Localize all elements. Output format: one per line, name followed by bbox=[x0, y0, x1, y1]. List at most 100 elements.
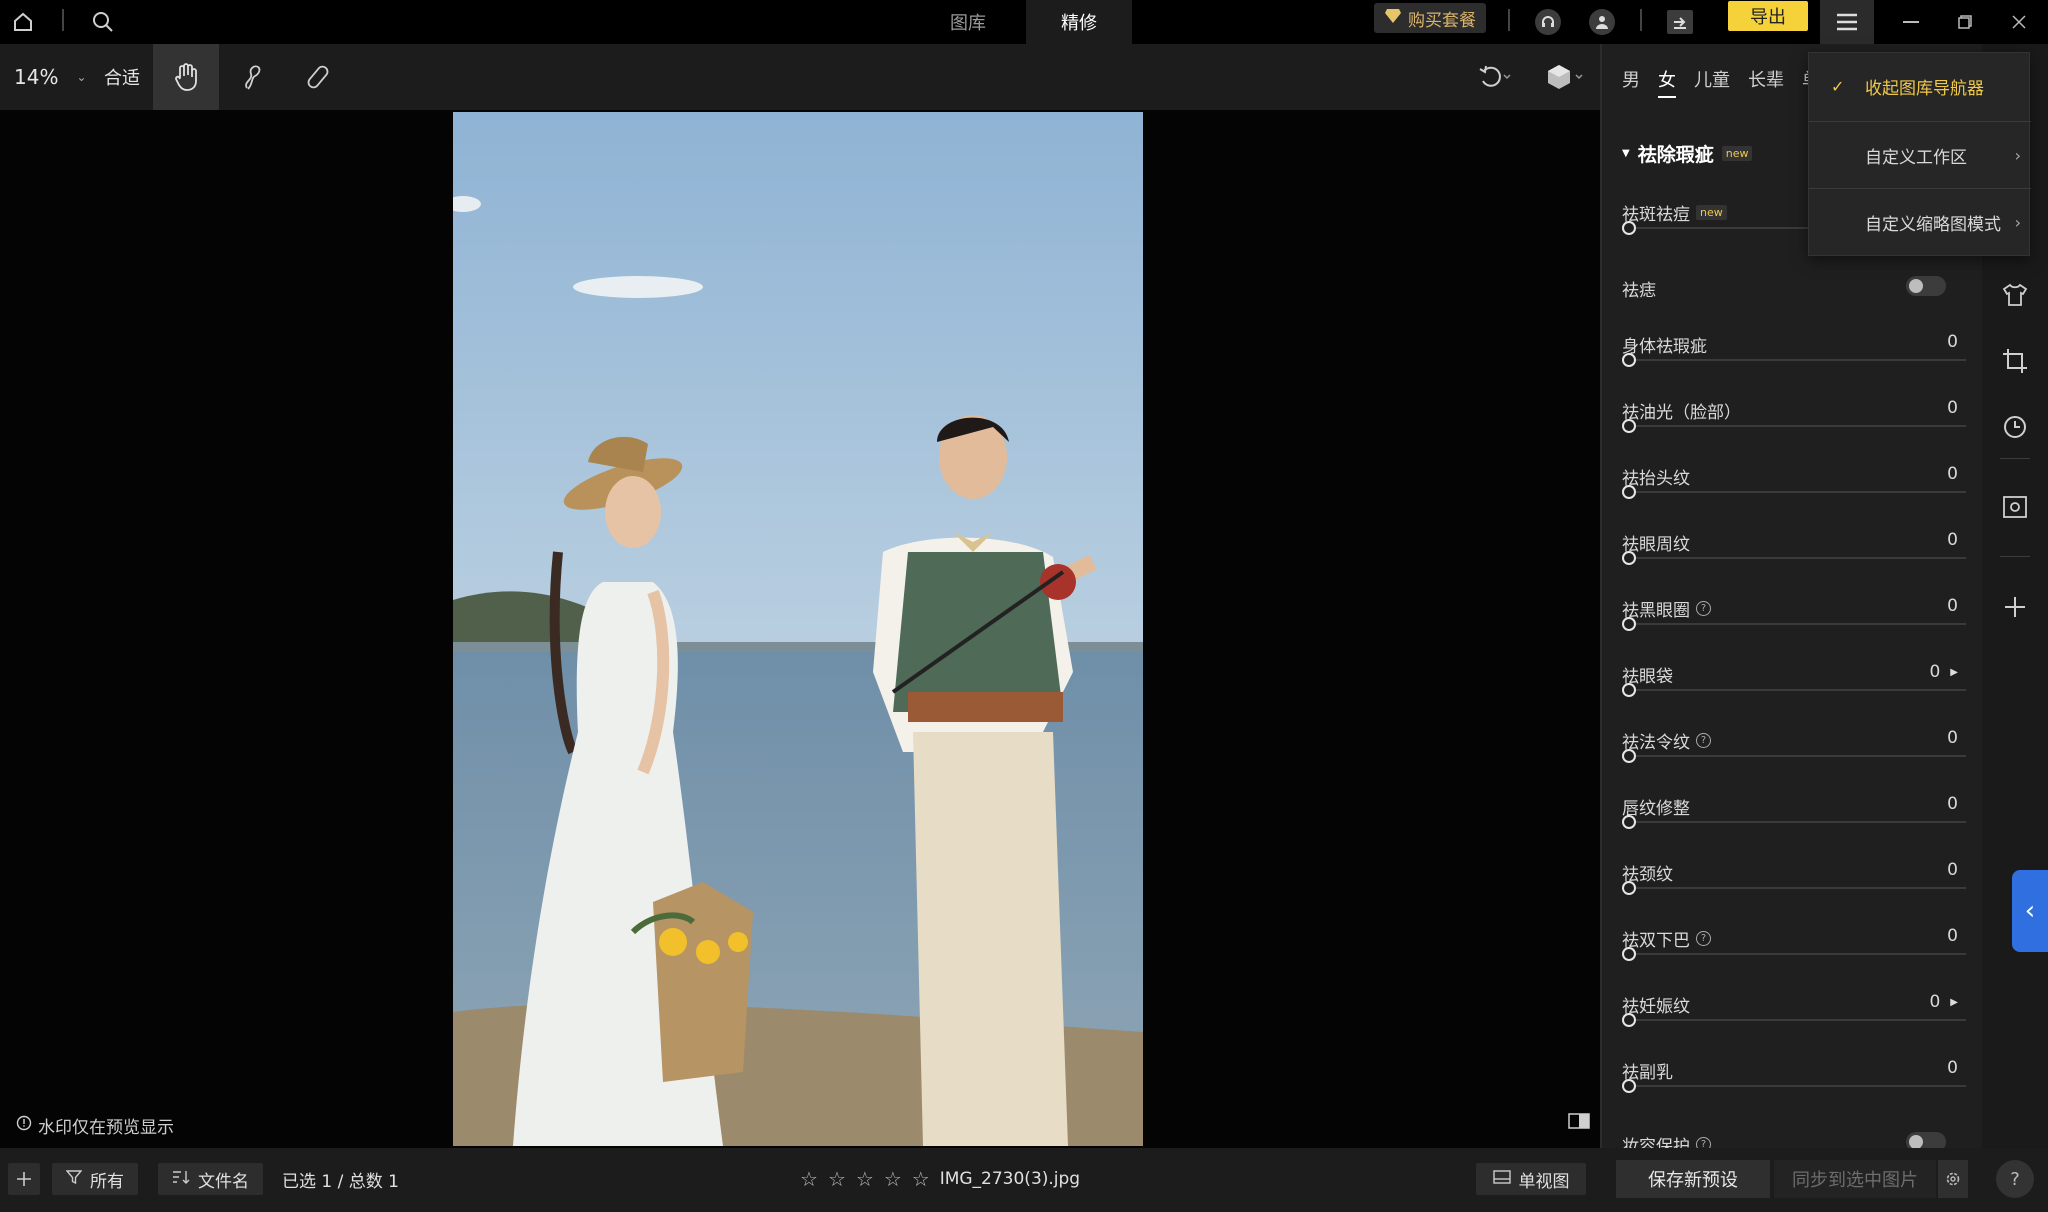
adjust-value[interactable]: 0 bbox=[1947, 530, 1958, 550]
preset-cube-icon[interactable] bbox=[1540, 44, 1592, 110]
help-icon[interactable]: ? bbox=[1696, 601, 1711, 616]
support-headset-icon[interactable] bbox=[1532, 0, 1564, 44]
adjust-value[interactable]: 0 bbox=[1947, 794, 1958, 814]
compare-split-icon[interactable] bbox=[1568, 1113, 1590, 1133]
bandage-heal-icon[interactable] bbox=[285, 44, 351, 110]
menu-item-collapse-navigator[interactable]: ✓ 收起图库导航器 bbox=[1809, 53, 2031, 119]
slider-track[interactable] bbox=[1628, 1085, 1966, 1087]
slider-track[interactable] bbox=[1628, 557, 1966, 559]
add-plus-icon[interactable] bbox=[1982, 582, 2048, 632]
liquify-brush-icon[interactable] bbox=[219, 44, 285, 110]
gender-tab-child[interactable]: 儿童 bbox=[1694, 66, 1730, 98]
adjust-body-blemish[interactable]: 身体祛瑕疵 0 bbox=[1622, 332, 1966, 392]
adjust-value[interactable]: 0 bbox=[1947, 926, 1958, 946]
adjust-nasolabial[interactable]: 祛法令纹? 0 bbox=[1622, 728, 1966, 788]
adjust-face-oil[interactable]: 祛油光（脸部） 0 bbox=[1622, 398, 1966, 458]
adjust-lip-lines[interactable]: 唇纹修整 0 bbox=[1622, 794, 1966, 854]
slider-knob[interactable] bbox=[1622, 485, 1636, 499]
adjust-value[interactable]: 0 bbox=[1947, 464, 1958, 484]
save-preset-button[interactable]: 保存新预设 bbox=[1616, 1160, 1770, 1198]
slider-track[interactable] bbox=[1628, 623, 1966, 625]
slider-knob[interactable] bbox=[1622, 1079, 1636, 1093]
star-icon[interactable]: ☆ bbox=[800, 1167, 818, 1191]
mole-toggle[interactable] bbox=[1906, 276, 1946, 296]
sort-button[interactable]: 文件名 bbox=[158, 1163, 263, 1195]
add-plus-icon[interactable] bbox=[8, 1163, 40, 1195]
minimize-icon[interactable] bbox=[1896, 0, 1926, 44]
adjust-value[interactable]: 0 bbox=[1929, 662, 1940, 682]
gender-tab-female[interactable]: 女 bbox=[1658, 66, 1676, 98]
gender-tab-male[interactable]: 男 bbox=[1622, 66, 1640, 98]
single-view-button[interactable]: 单视图 bbox=[1476, 1163, 1586, 1195]
export-button[interactable]: 导出 bbox=[1728, 1, 1808, 31]
home-icon[interactable] bbox=[8, 0, 38, 44]
rating-stars[interactable]: ☆ ☆ ☆ ☆ ☆ IMG_2730(3).jpg bbox=[800, 1163, 1080, 1195]
photo-preview[interactable] bbox=[453, 112, 1143, 1146]
adjust-eye-lines[interactable]: 祛眼周纹 0 bbox=[1622, 530, 1966, 590]
adjust-value[interactable]: 0 bbox=[1929, 992, 1940, 1012]
makeup-protect-toggle[interactable] bbox=[1906, 1132, 1946, 1148]
adjust-value[interactable]: 0 bbox=[1947, 728, 1958, 748]
expand-triangle-icon[interactable]: ▶ bbox=[1950, 667, 1958, 678]
slider-knob[interactable] bbox=[1622, 881, 1636, 895]
hand-pan-icon[interactable] bbox=[153, 44, 219, 110]
adjust-mole-removal[interactable]: 祛痣 bbox=[1622, 276, 1966, 336]
menu-item-custom-workspace[interactable]: 自定义工作区 › bbox=[1809, 122, 2031, 188]
clothing-icon[interactable] bbox=[1982, 270, 2048, 320]
gender-tab-elder[interactable]: 长辈 bbox=[1748, 66, 1784, 98]
slider-track[interactable] bbox=[1628, 821, 1966, 823]
menu-item-custom-thumbnail[interactable]: 自定义缩略图模式 › bbox=[1809, 189, 2031, 255]
history-clock-icon[interactable] bbox=[1982, 402, 2048, 452]
slider-knob[interactable] bbox=[1622, 353, 1636, 367]
fit-button[interactable]: 合适 bbox=[104, 44, 140, 110]
help-icon[interactable]: ? bbox=[1696, 931, 1711, 946]
slider-track[interactable] bbox=[1628, 755, 1966, 757]
restore-window-icon[interactable] bbox=[1950, 0, 1980, 44]
crop-icon[interactable] bbox=[1982, 336, 2048, 386]
section-header-blemish[interactable]: ▼ 祛除瑕疵 new bbox=[1622, 140, 1753, 167]
adjust-value[interactable]: 0 bbox=[1947, 332, 1958, 352]
adjust-dark-circles[interactable]: 祛黑眼圈? 0 bbox=[1622, 596, 1966, 656]
slider-knob[interactable] bbox=[1622, 815, 1636, 829]
slider-knob[interactable] bbox=[1622, 749, 1636, 763]
slider-knob[interactable] bbox=[1622, 947, 1636, 961]
slider-track[interactable] bbox=[1628, 491, 1966, 493]
image-canvas[interactable]: 水印仅在预览显示 bbox=[0, 110, 1600, 1148]
selection-mask-icon[interactable] bbox=[1982, 482, 2048, 532]
adjust-forehead-lines[interactable]: 祛抬头纹 0 bbox=[1622, 464, 1966, 524]
adjust-stretch-marks[interactable]: 祛妊娠纹 0 ▶ bbox=[1622, 992, 1966, 1052]
tab-library[interactable]: 图库 bbox=[910, 0, 1026, 44]
slider-track[interactable] bbox=[1628, 425, 1966, 427]
hamburger-menu-icon[interactable] bbox=[1820, 0, 1874, 44]
adjust-double-chin[interactable]: 祛双下巴? 0 bbox=[1622, 926, 1966, 986]
help-icon[interactable]: ? bbox=[1696, 1137, 1711, 1148]
adjust-accessory-breast[interactable]: 祛副乳 0 bbox=[1622, 1058, 1966, 1118]
slider-knob[interactable] bbox=[1622, 683, 1636, 697]
search-icon[interactable] bbox=[88, 0, 118, 44]
zoom-level[interactable]: 14% ⌄ bbox=[14, 44, 87, 110]
expand-triangle-icon[interactable]: ▶ bbox=[1950, 997, 1958, 1008]
star-icon[interactable]: ☆ bbox=[828, 1167, 846, 1191]
slider-knob[interactable] bbox=[1622, 617, 1636, 631]
star-icon[interactable]: ☆ bbox=[884, 1167, 902, 1191]
collapse-panel-chevron-icon[interactable]: ‹ bbox=[2012, 870, 2048, 952]
filter-button[interactable]: 所有 bbox=[52, 1163, 138, 1195]
help-icon[interactable]: ? bbox=[1696, 733, 1711, 748]
adjust-value[interactable]: 0 bbox=[1947, 1058, 1958, 1078]
slider-track[interactable] bbox=[1628, 953, 1966, 955]
slider-track[interactable] bbox=[1628, 689, 1966, 691]
adjust-eye-bags[interactable]: 祛眼袋 0 ▶ bbox=[1622, 662, 1966, 722]
slider-knob[interactable] bbox=[1622, 221, 1636, 235]
slider-knob[interactable] bbox=[1622, 551, 1636, 565]
star-icon[interactable]: ☆ bbox=[912, 1167, 930, 1191]
sync-to-selected-button[interactable]: 同步到选中图片 bbox=[1774, 1160, 1936, 1198]
close-icon[interactable] bbox=[2004, 0, 2034, 44]
slider-knob[interactable] bbox=[1622, 1013, 1636, 1027]
buy-package-button[interactable]: 购买套餐 bbox=[1374, 3, 1486, 33]
slider-track[interactable] bbox=[1628, 1019, 1966, 1021]
adjust-value[interactable]: 0 bbox=[1947, 398, 1958, 418]
help-button[interactable]: ? bbox=[1996, 1160, 2034, 1198]
undo-history-icon[interactable] bbox=[1470, 44, 1520, 110]
sync-settings-gear-icon[interactable] bbox=[1938, 1160, 1968, 1198]
adjust-makeup-protect[interactable]: 妆容保护? bbox=[1622, 1132, 1966, 1148]
